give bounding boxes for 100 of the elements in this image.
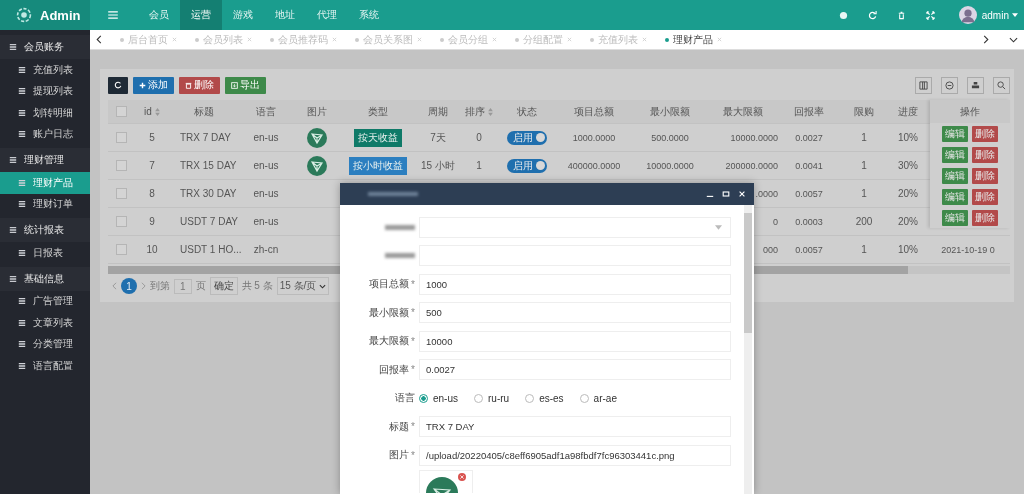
chevron-left-icon[interactable] <box>96 35 102 44</box>
scrollbar[interactable] <box>744 205 752 494</box>
column-header: 限购 <box>854 104 874 119</box>
checkbox[interactable] <box>115 106 127 117</box>
table-cell: 200000.0000 <box>725 160 778 171</box>
delete-button[interactable]: 删除 <box>972 146 998 163</box>
sidebar-group[interactable]: 会员账务 <box>0 35 90 59</box>
refresh-icon[interactable] <box>867 10 877 20</box>
nav-tab[interactable]: 系统 <box>348 0 390 30</box>
checkbox[interactable] <box>115 244 127 255</box>
table-cell: 10 <box>146 244 158 255</box>
edit-button[interactable]: 编辑 <box>942 146 968 163</box>
field-label: 最小限额 <box>369 305 410 320</box>
status-switch[interactable]: 启用 <box>507 130 547 145</box>
expand-icon[interactable] <box>925 10 935 20</box>
sidebar-item[interactable]: 分类管理 <box>0 333 90 355</box>
edit-button[interactable]: 编辑 <box>942 188 968 205</box>
sidebar-item[interactable]: 广告管理 <box>0 290 90 312</box>
table-cell: en-us <box>253 160 279 171</box>
sidebar-item[interactable]: 账户日志 <box>0 123 90 145</box>
table-cell: 30% <box>898 160 918 171</box>
input-field[interactable]: TRX 7 DAY <box>419 416 731 438</box>
sidebar-item[interactable]: 充值列表 <box>0 59 90 81</box>
table-cell: 1 <box>861 188 867 199</box>
required-mark: * <box>411 421 415 433</box>
column-header: id <box>144 106 152 117</box>
page-size-select[interactable]: 15 条/页 <box>276 277 330 295</box>
edit-button[interactable]: 编辑 <box>942 209 968 226</box>
sidebar-item[interactable]: 理财订单 <box>0 193 90 215</box>
column-header: 状态 <box>517 104 537 119</box>
column-header: 回报率 <box>794 104 824 119</box>
delete-button[interactable]: 删除 <box>972 209 998 226</box>
checkbox[interactable] <box>115 132 127 143</box>
page-number[interactable]: 1 <box>121 278 137 294</box>
table-cell: 20% <box>898 188 918 199</box>
sidebar-item[interactable]: 日报表 <box>0 242 90 264</box>
sidebar-item[interactable]: 划转明细 <box>0 102 90 124</box>
sidebar-group[interactable]: 统计报表 <box>0 218 90 242</box>
input-field[interactable]: 10000 <box>419 330 731 352</box>
columns-button[interactable] <box>915 76 932 94</box>
print-icon <box>971 80 980 90</box>
list-icon <box>18 178 26 187</box>
edit-button[interactable]: 编辑 <box>942 125 968 142</box>
search-button[interactable] <box>993 76 1010 94</box>
remove-icon[interactable] <box>458 472 466 481</box>
page-input[interactable]: 1 <box>174 278 192 294</box>
print-button[interactable] <box>967 76 984 94</box>
sidebar-group[interactable]: 基础信息 <box>0 266 90 291</box>
nav-tab[interactable]: 游戏 <box>222 0 264 30</box>
export-button[interactable]: 导出 <box>225 76 266 94</box>
caret-icon <box>715 224 722 230</box>
sidebar-group[interactable]: 理财管理 <box>0 148 90 172</box>
confirm-button[interactable]: 确定 <box>209 277 238 295</box>
user-menu[interactable]: admin <box>976 9 1012 21</box>
field-label: 最大限额 <box>369 334 410 349</box>
input-field[interactable]: /upload/20220405/c8eff6905adf1a98fbdf7fc96303441c.png <box>419 444 731 466</box>
nav-tab[interactable]: 会员 <box>138 0 180 30</box>
table-cell: 15 小时 <box>421 158 455 173</box>
status-switch[interactable]: 启用 <box>507 158 547 173</box>
sidebar-item[interactable]: 语言配置 <box>0 355 90 377</box>
toggle-button[interactable] <box>941 76 958 94</box>
type-tag: 按小时收益 <box>349 156 407 175</box>
table-cell: 0.0003 <box>795 216 823 227</box>
trash-icon[interactable] <box>896 10 906 20</box>
delete-button[interactable]: 删除 <box>179 76 220 94</box>
menu-icon[interactable] <box>108 11 118 19</box>
refresh-button[interactable] <box>108 76 128 94</box>
input-field[interactable]: 1000 <box>419 273 731 295</box>
chevron-down-icon[interactable] <box>1009 36 1018 43</box>
checkbox[interactable] <box>115 188 127 199</box>
edit-button[interactable]: 编辑 <box>942 167 968 184</box>
radio-button[interactable] <box>419 393 428 403</box>
nav-tab[interactable]: 代理 <box>306 0 348 30</box>
table-cell: 10000.0000 <box>730 132 778 143</box>
input-field[interactable]: 500 <box>419 302 731 324</box>
delete-button[interactable]: 删除 <box>972 167 998 184</box>
delete-button[interactable]: 删除 <box>972 188 998 205</box>
checkbox[interactable] <box>115 160 127 171</box>
nav-tab[interactable]: 运营 <box>180 0 222 30</box>
table-cell: 2021-10-19 0 <box>941 244 995 255</box>
sidebar-item[interactable]: 提现列表 <box>0 80 90 102</box>
select-field[interactable] <box>419 216 731 238</box>
columns-icon <box>919 80 928 90</box>
input-field[interactable]: 0.0027 <box>419 359 731 381</box>
table-cell: 200 <box>855 216 873 227</box>
sort-icon[interactable] <box>154 107 160 116</box>
circle-icon[interactable] <box>838 10 848 20</box>
avatar-icon[interactable] <box>958 6 977 24</box>
maximize-icon[interactable] <box>722 190 730 198</box>
sidebar-item[interactable]: 理财产品 <box>0 172 90 194</box>
nav-tab[interactable]: 地址 <box>264 0 306 30</box>
page-tab[interactable]: 理财产品 <box>657 29 730 50</box>
checkbox[interactable] <box>115 216 127 227</box>
add-button[interactable]: 添加 <box>133 76 174 94</box>
field-label: 图片 <box>389 448 410 463</box>
delete-button[interactable]: 删除 <box>972 125 998 142</box>
sort-icon[interactable] <box>488 107 493 116</box>
chevron-right-icon[interactable] <box>983 35 989 44</box>
sidebar-item[interactable]: 文章列表 <box>0 312 90 334</box>
type-tag: 按天收益 <box>354 128 402 147</box>
